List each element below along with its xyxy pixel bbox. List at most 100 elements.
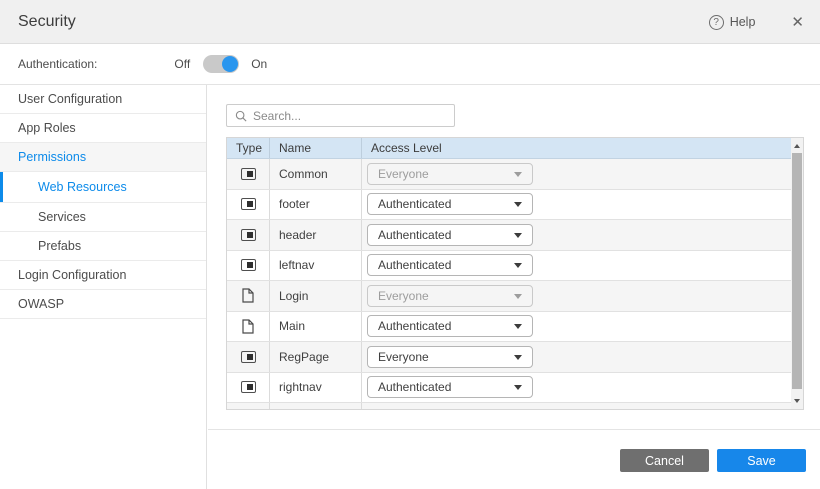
type-cell (227, 312, 270, 342)
partial-icon (241, 198, 256, 210)
scroll-down-arrow-icon[interactable] (791, 395, 803, 407)
chevron-down-icon (514, 385, 522, 390)
access-level-dropdown[interactable]: Authenticated (367, 254, 533, 276)
scroll-up-arrow-icon[interactable] (791, 140, 803, 152)
chevron-down-icon (514, 233, 522, 238)
sidebar-item-label: Web Resources (38, 180, 127, 194)
dropdown-selected-value: Authenticated (378, 197, 451, 211)
help-button[interactable]: ? Help (709, 15, 756, 30)
type-cell (227, 281, 270, 311)
sidebar-item-login-configuration[interactable]: Login Configuration (0, 261, 206, 290)
chevron-down-icon (514, 263, 522, 268)
name-cell: Common (270, 159, 362, 189)
chevron-down-icon (514, 355, 522, 360)
type-cell (227, 342, 270, 372)
sidebar-item-label: User Configuration (18, 92, 122, 106)
sidebar: User Configuration App Roles Permissions We… (0, 85, 207, 489)
resources-grid: Type Name Access Level Common Everyone foo… (226, 137, 804, 410)
dropdown-selected-value: Everyone (378, 289, 429, 303)
security-dialog: Security ? Help ✕ Authentication: Off On… (0, 0, 820, 489)
search-icon (235, 110, 247, 122)
access-level-dropdown[interactable]: Authenticated (367, 193, 533, 215)
chevron-down-icon (514, 324, 522, 329)
footer-divider (208, 429, 820, 430)
table-row[interactable]: Main Authenticated (227, 312, 791, 343)
type-cell (227, 403, 270, 409)
partial-icon (241, 381, 256, 393)
name-cell: leftnav (270, 251, 362, 281)
dropdown-selected-value: Everyone (378, 350, 429, 364)
sidebar-item-app-roles[interactable]: App Roles (0, 114, 206, 143)
sidebar-item-label: Services (38, 210, 86, 224)
access-level-cell: Authenticated (362, 373, 791, 403)
title-bar: Security ? Help ✕ (0, 0, 820, 44)
close-icon[interactable]: ✕ (791, 15, 804, 30)
access-level-dropdown[interactable]: Authenticated (367, 224, 533, 246)
access-level-dropdown[interactable]: Authenticated (367, 376, 533, 398)
sidebar-item-label: Permissions (18, 150, 86, 164)
access-level-cell: Authenticated (362, 312, 791, 342)
sidebar-item-permissions[interactable]: Permissions (0, 143, 206, 172)
scrollbar-thumb[interactable] (792, 153, 802, 389)
access-level-cell: Everyone (362, 281, 791, 311)
sidebar-item-user-configuration[interactable]: User Configuration (0, 85, 206, 114)
sidebar-item-label: Prefabs (38, 239, 81, 253)
table-row[interactable]: Common Everyone (227, 159, 791, 190)
search-box[interactable] (226, 104, 455, 127)
toggle-on-label: On (251, 57, 267, 71)
access-level-cell: Authenticated (362, 251, 791, 281)
help-label: Help (730, 15, 756, 29)
grid-body: Common Everyone footerAuthenticatedheader A… (227, 159, 791, 409)
table-row[interactable]: RegPageEveryone (227, 342, 791, 373)
type-cell (227, 220, 270, 250)
column-header-access-level: Access Level (362, 138, 791, 158)
cancel-button[interactable]: Cancel (620, 449, 709, 472)
type-cell (227, 159, 270, 189)
partial-icon (241, 351, 256, 363)
sidebar-item-prefabs[interactable]: Prefabs (0, 232, 206, 261)
type-cell (227, 251, 270, 281)
dropdown-selected-value: Authenticated (378, 319, 451, 333)
dropdown-selected-value: Authenticated (378, 228, 451, 242)
grid-scrollbar[interactable] (791, 138, 803, 409)
name-cell: header (270, 220, 362, 250)
toggle-off-label: Off (174, 57, 190, 71)
table-row-partial[interactable] (227, 403, 791, 409)
grid-header: Type Name Access Level (227, 138, 791, 159)
toggle-knob (222, 56, 238, 72)
column-header-name: Name (270, 138, 362, 158)
authentication-toggle[interactable] (203, 55, 239, 73)
table-row[interactable]: footerAuthenticated (227, 190, 791, 221)
table-row[interactable]: LoginEveryone (227, 281, 791, 312)
sidebar-item-label: Login Configuration (18, 268, 126, 282)
name-cell: Main (270, 312, 362, 342)
access-level-cell: Everyone (362, 159, 791, 189)
sidebar-item-services[interactable]: Services (0, 203, 206, 232)
chevron-down-icon (514, 294, 522, 299)
dropdown-selected-value: Authenticated (378, 258, 451, 272)
access-level-cell: Authenticated (362, 190, 791, 220)
access-level-cell (362, 403, 791, 409)
access-level-dropdown: Everyone (367, 285, 533, 307)
sidebar-item-label: App Roles (18, 121, 76, 135)
page-icon (242, 288, 254, 303)
save-button[interactable]: Save (717, 449, 806, 472)
name-cell: rightnav (270, 373, 362, 403)
partial-icon (241, 259, 256, 271)
sidebar-item-owasp[interactable]: OWASP (0, 290, 206, 319)
search-input[interactable] (253, 109, 433, 123)
help-icon: ? (709, 15, 724, 30)
dropdown-selected-value: Everyone (378, 167, 429, 181)
table-row[interactable]: header Authenticated (227, 220, 791, 251)
access-level-dropdown[interactable]: Everyone (367, 346, 533, 368)
partial-icon (241, 229, 256, 241)
authentication-bar: Authentication: Off On (0, 44, 820, 85)
partial-icon (241, 168, 256, 180)
table-row[interactable]: leftnav Authenticated (227, 251, 791, 282)
access-level-dropdown[interactable]: Authenticated (367, 315, 533, 337)
table-row[interactable]: rightnavAuthenticated (227, 373, 791, 404)
sidebar-item-web-resources[interactable]: Web Resources (0, 172, 206, 203)
access-level-cell: Everyone (362, 342, 791, 372)
page-title: Security (18, 13, 76, 31)
chevron-down-icon (514, 202, 522, 207)
